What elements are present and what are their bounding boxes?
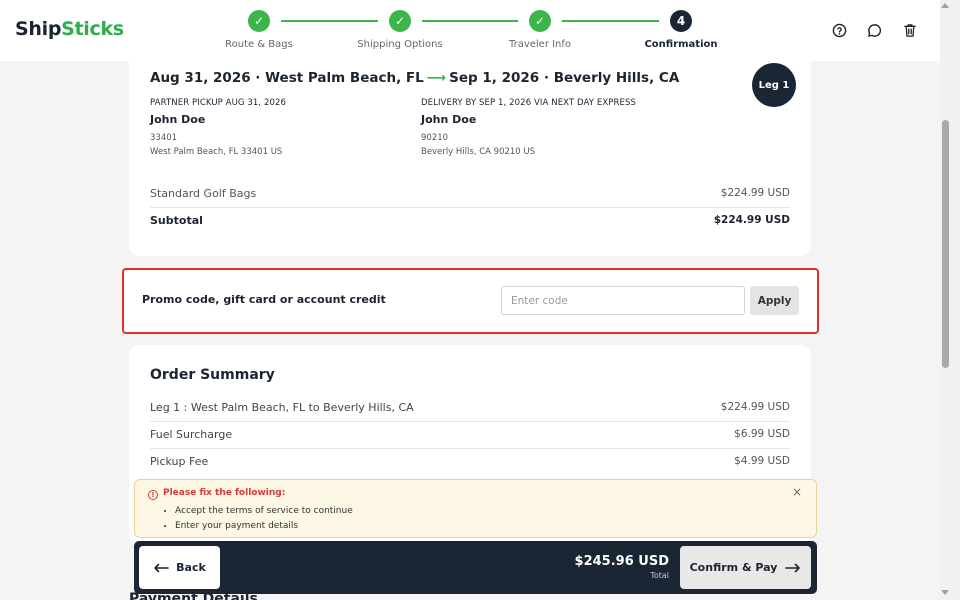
divider — [150, 207, 790, 208]
summary-value: $6.99 USD — [734, 428, 790, 440]
divider — [150, 421, 790, 422]
confirm-pay-button[interactable]: Confirm & Pay — [680, 546, 811, 589]
promo-label: Promo code, gift card or account credit — [142, 293, 386, 306]
alert-list: Accept the terms of service to continue … — [175, 504, 353, 534]
chat-icon[interactable] — [866, 22, 883, 39]
alert-item: Enter your payment details — [175, 519, 353, 534]
step-shipping-options[interactable]: ✓ Shipping Options — [340, 10, 460, 50]
step-label: Shipping Options — [357, 39, 443, 50]
divider — [150, 448, 790, 449]
promo-code-input[interactable] — [501, 286, 745, 315]
scroll-up-icon[interactable] — [941, 3, 949, 8]
delivery-caption: DELIVERY BY SEP 1, 2026 VIA NEXT DAY EXP… — [421, 98, 636, 108]
leg-badge: Leg 1 — [752, 63, 796, 107]
order-summary-title: Order Summary — [150, 367, 275, 383]
step-confirmation: 4 Confirmation — [621, 10, 741, 50]
summary-label: Fuel Surcharge — [150, 428, 233, 441]
check-icon: ✓ — [389, 10, 411, 32]
route-from: Aug 31, 2026 · West Palm Beach, FL — [150, 70, 424, 86]
summary-value: $4.99 USD — [734, 455, 790, 467]
checkout-footer: Back $245.96 USD Total Confirm & Pay — [134, 541, 817, 594]
summary-label: Leg 1 : West Palm Beach, FL to Beverly H… — [150, 401, 414, 414]
summary-row: Leg 1 : West Palm Beach, FL to Beverly H… — [150, 401, 790, 414]
top-header: ShipSticks ✓ Route & Bags ✓ Shipping Opt… — [0, 0, 940, 61]
confirm-label: Confirm & Pay — [689, 561, 778, 574]
scrollbar-thumb[interactable] — [942, 120, 949, 368]
alert-item: Accept the terms of service to continue — [175, 504, 353, 519]
total-amount: $245.96 USD — [574, 554, 669, 569]
back-button[interactable]: Back — [139, 546, 220, 589]
item-label: Standard Golf Bags — [150, 187, 257, 200]
step-number: 4 — [670, 10, 692, 32]
summary-row: Pickup Fee $4.99 USD — [150, 455, 790, 468]
scroll-down-icon[interactable] — [941, 590, 949, 595]
step-label: Traveler Info — [508, 39, 572, 50]
subtotal-row: Subtotal $224.99 USD — [150, 214, 790, 227]
apply-button[interactable]: Apply — [750, 286, 799, 315]
check-icon: ✓ — [248, 10, 270, 32]
step-route-bags[interactable]: ✓ Route & Bags — [199, 10, 319, 50]
arrow-left-icon — [154, 563, 169, 572]
delivery-city: Beverly Hills, CA 90210 US — [421, 147, 536, 157]
line-item: Standard Golf Bags $224.99 USD — [150, 187, 790, 200]
shipsticks-logo[interactable]: ShipSticks — [15, 18, 124, 40]
delivery-zip: 90210 — [421, 133, 449, 143]
logo-part2: Sticks — [61, 18, 124, 40]
help-icon[interactable] — [831, 22, 848, 39]
alert-circle-icon: ! — [148, 490, 158, 500]
logo-part1: Ship — [15, 18, 62, 40]
pickup-address: 33401 West Palm Beach, FL 33401 US — [150, 131, 286, 159]
close-icon[interactable]: × — [792, 485, 802, 499]
delivery-address: 90210 Beverly Hills, CA 90210 US — [421, 131, 636, 159]
pickup-name: John Doe — [150, 113, 206, 126]
summary-value: $224.99 USD — [720, 401, 790, 413]
order-total: $245.96 USD Total — [575, 554, 669, 580]
delivery-name: John Doe — [421, 113, 477, 126]
validation-alert: ! Please fix the following: Accept the t… — [134, 479, 817, 538]
item-price: $224.99 USD — [720, 187, 790, 199]
route-title: Aug 31, 2026 · West Palm Beach, FL ⟶ Sep 1… — [150, 70, 679, 86]
pickup-details: PARTNER PICKUP AUG 31, 2026 John Doe 334… — [150, 98, 286, 159]
alert-title: Please fix the following: — [163, 488, 286, 498]
route-to: Sep 1, 2026 · Beverly Hills, CA — [449, 70, 680, 86]
subtotal-label: Subtotal — [150, 214, 203, 227]
summary-row: Fuel Surcharge $6.99 USD — [150, 428, 790, 441]
promo-code-section: Promo code, gift card or account credit … — [122, 268, 819, 334]
pickup-city: West Palm Beach, FL 33401 US — [150, 147, 283, 157]
subtotal-price: $224.99 USD — [713, 214, 790, 226]
total-label: Total — [650, 571, 669, 580]
check-icon: ✓ — [529, 10, 551, 32]
pickup-caption: PARTNER PICKUP AUG 31, 2026 — [150, 98, 287, 108]
summary-label: Pickup Fee — [150, 455, 209, 468]
arrow-right-icon: ⟶ — [426, 70, 447, 86]
step-label: Route & Bags — [225, 39, 293, 50]
back-label: Back — [176, 561, 206, 574]
pickup-zip: 33401 — [150, 133, 178, 143]
arrow-right-icon — [785, 563, 801, 572]
step-label: Confirmation — [644, 39, 718, 50]
step-traveler-info[interactable]: ✓ Traveler Info — [480, 10, 600, 50]
delivery-details: DELIVERY BY SEP 1, 2026 VIA NEXT DAY EXP… — [421, 98, 636, 159]
trash-icon[interactable] — [901, 22, 918, 39]
leg-card: Aug 31, 2026 · West Palm Beach, FL ⟶ Sep 1… — [129, 48, 811, 256]
